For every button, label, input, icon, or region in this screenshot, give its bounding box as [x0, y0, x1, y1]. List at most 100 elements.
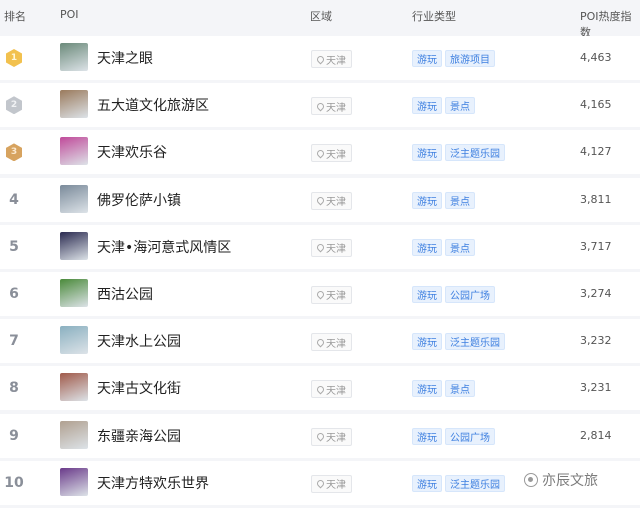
heat-index-value: 4,165 — [580, 98, 612, 112]
poi-name[interactable]: 天津•海河意式风情区 — [97, 237, 231, 257]
industry-tag: 旅游项目 — [445, 50, 495, 67]
poi-thumbnail[interactable] — [60, 231, 88, 260]
location-pin-icon — [315, 148, 326, 159]
heat-index-value: 3,232 — [580, 334, 612, 348]
area-badge: 天津 — [311, 333, 352, 352]
poi-thumbnail[interactable] — [60, 43, 88, 71]
rank-cell: 10 — [4, 474, 24, 491]
area-text: 天津 — [326, 244, 346, 256]
header-industry: 行业类型 — [412, 10, 456, 23]
poi-name[interactable]: 天津欢乐谷 — [97, 142, 167, 162]
heat-index-value: 3,274 — [580, 286, 612, 300]
heat-index-value: 4,127 — [580, 145, 612, 159]
table-row[interactable]: 4 佛罗伦萨小镇 天津 游玩 景点 3,811 — [0, 177, 640, 222]
industry-tag: 公园广场 — [445, 285, 495, 303]
rank-cell: 9 — [9, 427, 19, 444]
industry-tag: 游玩 — [412, 427, 442, 445]
table-row[interactable]: 3 天津欢乐谷 天津 游玩 泛主题乐园 4,127 — [0, 130, 640, 175]
header-rank: 排名 — [4, 10, 26, 23]
industry-tag: 泛主题乐园 — [445, 474, 505, 492]
rank-cell: 4 — [9, 191, 19, 208]
poi-name[interactable]: 西沽公园 — [97, 284, 153, 304]
industry-tag: 景点 — [445, 97, 475, 115]
watermark-text: 亦辰文旅 — [542, 473, 598, 489]
location-pin-icon — [315, 384, 326, 395]
rank-cell: 8 — [9, 380, 19, 397]
poi-name[interactable]: 佛罗伦萨小镇 — [97, 190, 181, 210]
location-pin-icon — [315, 54, 326, 64]
rank-cell: 2 — [0, 83, 28, 127]
rank-cell: 3 — [0, 130, 28, 174]
location-pin-icon — [315, 101, 326, 112]
heat-index-value: 2,814 — [580, 428, 612, 442]
poi-name[interactable]: 天津方特欢乐世界 — [97, 473, 209, 493]
area-badge: 天津 — [311, 97, 352, 116]
area-text: 天津 — [326, 102, 346, 114]
industry-tag: 游玩 — [412, 144, 442, 162]
poi-thumbnail[interactable] — [60, 467, 88, 496]
industry-tag: 泛主题乐园 — [445, 333, 505, 351]
industry-tag: 游玩 — [412, 191, 442, 209]
poi-name[interactable]: 天津之眼 — [97, 48, 153, 68]
poi-name[interactable]: 五大道文化旅游区 — [97, 95, 209, 115]
industry-tag: 景点 — [445, 238, 475, 256]
poi-thumbnail[interactable] — [60, 90, 88, 119]
area-badge: 天津 — [311, 380, 352, 399]
table-row[interactable]: 2 五大道文化旅游区 天津 游玩 景点 4,165 — [0, 83, 640, 128]
camera-icon — [524, 473, 538, 487]
poi-thumbnail[interactable] — [60, 326, 88, 355]
industry-tag: 游玩 — [412, 333, 442, 351]
area-badge: 天津 — [311, 474, 352, 493]
location-pin-icon — [315, 478, 326, 489]
poi-thumbnail[interactable] — [60, 373, 88, 402]
poi-thumbnail[interactable] — [60, 420, 88, 449]
area-badge: 天津 — [311, 144, 352, 163]
heat-index-value: 3,231 — [580, 381, 612, 395]
industry-tag: 游玩 — [412, 380, 442, 398]
bronze-medal-icon: 3 — [6, 143, 22, 162]
table-row[interactable]: 6 西沽公园 天津 游玩 公园广场 3,274 — [0, 271, 640, 316]
location-pin-icon — [315, 195, 326, 206]
area-text: 天津 — [326, 291, 346, 303]
area-badge: 天津 — [311, 427, 352, 446]
table-row[interactable]: 8 天津古文化街 天津 游玩 景点 3,231 — [0, 366, 640, 411]
area-badge: 天津 — [311, 285, 352, 304]
area-text: 天津 — [326, 338, 346, 350]
ranking-table: 1 天津之眼 天津 游玩 旅游项目 4,463 2 五大道文化旅游区 天津 游玩 景点 4,165 3 天… — [0, 36, 640, 508]
industry-tag: 游玩 — [412, 97, 442, 115]
table-row[interactable]: 7 天津水上公园 天津 游玩 泛主题乐园 3,232 — [0, 319, 640, 364]
poi-name[interactable]: 东疆亲海公园 — [97, 426, 181, 446]
area-text: 天津 — [326, 385, 346, 397]
location-pin-icon — [315, 242, 326, 253]
table-row[interactable]: 5 天津•海河意式风情区 天津 游玩 景点 3,717 — [0, 224, 640, 269]
poi-thumbnail[interactable] — [60, 137, 88, 166]
poi-name[interactable]: 天津水上公园 — [97, 331, 181, 351]
industry-tag: 游玩 — [412, 285, 442, 303]
area-text: 天津 — [326, 433, 346, 444]
heat-index-value: 4,463 — [580, 51, 612, 64]
rank-cell: 5 — [9, 238, 19, 255]
watermark: 亦辰文旅 — [524, 470, 598, 490]
heat-index-value: 3,811 — [580, 192, 612, 206]
location-pin-icon — [315, 289, 326, 300]
poi-thumbnail[interactable] — [60, 278, 88, 307]
table-row[interactable]: 1 天津之眼 天津 游玩 旅游项目 4,463 — [0, 36, 640, 80]
industry-tag: 泛主题乐园 — [445, 144, 505, 162]
table-header: 排名 POI 区域 行业类型 POI热度指数 — [0, 0, 640, 39]
table-row[interactable]: 9 东疆亲海公园 天津 游玩 公园广场 2,814 — [0, 413, 640, 458]
industry-tag: 景点 — [445, 380, 475, 398]
industry-tag: 公园广场 — [445, 427, 495, 445]
gold-medal-icon: 1 — [6, 49, 22, 67]
poi-thumbnail[interactable] — [60, 184, 88, 213]
area-badge: 天津 — [311, 191, 352, 210]
area-badge: 天津 — [311, 238, 352, 257]
industry-tag: 游玩 — [412, 474, 442, 492]
header-poi: POI — [60, 8, 79, 21]
header-area: 区域 — [310, 10, 332, 23]
silver-medal-icon: 2 — [6, 96, 22, 115]
poi-name[interactable]: 天津古文化街 — [97, 378, 181, 398]
area-text: 天津 — [326, 197, 346, 209]
industry-tag: 游玩 — [412, 238, 442, 256]
rank-cell: 6 — [9, 285, 19, 302]
area-badge: 天津 — [311, 50, 352, 68]
